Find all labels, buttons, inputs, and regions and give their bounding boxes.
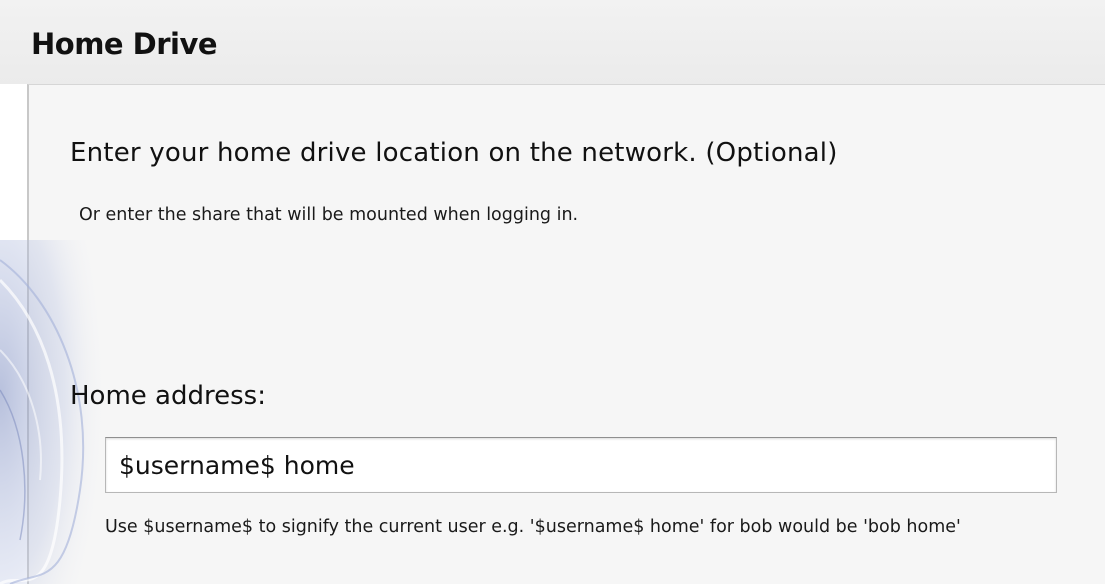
home-address-label: Home address: (70, 381, 266, 411)
home-address-hint: Use $username$ to signify the current us… (105, 517, 961, 537)
home-address-input[interactable] (106, 438, 1056, 492)
home-address-field[interactable] (105, 437, 1057, 493)
section-heading: Enter your home drive location on the ne… (70, 138, 838, 168)
page-title: Home Drive (31, 27, 218, 61)
section-subheading: Or enter the share that will be mounted … (79, 205, 579, 225)
header-bar: Home Drive (0, 0, 1105, 84)
